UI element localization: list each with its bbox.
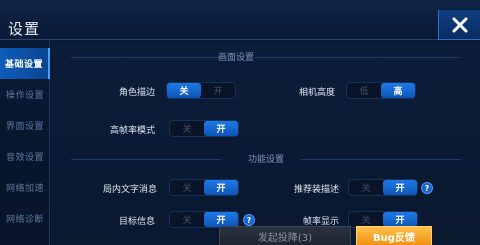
sidebar-item-interface[interactable]: 界面设置 [0,110,50,141]
toggle-ingame-text[interactable]: 关 开 [169,179,239,196]
toggle-option-on[interactable]: 开 [383,180,417,195]
sidebar-item-label: 操作设置 [5,91,44,101]
sidebar-item-label: 基础设置 [4,60,43,70]
toggle-option-on[interactable]: 开 [204,121,238,136]
setting-label-recommend: 推荐装描述 [293,185,339,195]
setting-label-ingame-text: 局内文字消息 [102,185,157,195]
bug-report-label: Bug反馈 [373,232,415,244]
setting-label-camera: 相机高度 [298,88,335,98]
toggle-option-off[interactable]: 关 [349,212,383,227]
toggle-option-on[interactable]: 开 [201,83,235,98]
toggle-camera-height[interactable]: 低 高 [346,82,416,99]
sidebar-item-label: 音效设置 [5,153,44,163]
surrender-label: 发起投降(3) [257,232,313,244]
toggle-option-on[interactable]: 开 [204,212,238,227]
sidebar-item-controls[interactable]: 操作设置 [0,79,50,110]
toggle-outline[interactable]: 关 开 [166,82,236,99]
setting-label-hfr: 高帧率模式 [109,126,155,136]
surrender-button[interactable]: 发起投降(3) [219,226,351,245]
toggle-option-off[interactable]: 关 [167,83,201,98]
section-title-function: 功能设置 [247,155,284,165]
toggle-option-off[interactable]: 关 [170,180,204,195]
setting-label-outline: 角色描边 [118,88,155,98]
settings-window: 设置 基础设置 操作设置 界面设置 音效设置 网络加速 网络诊断 画面设置 角色… [0,0,480,245]
toggle-option-on[interactable]: 开 [204,180,238,195]
section-divider [71,159,221,160]
toggle-recommend-desc[interactable]: 关 开 [348,179,418,196]
toggle-high-framerate[interactable]: 关 开 [169,120,239,137]
sidebar-item-label: 界面设置 [5,122,44,132]
setting-label-target-info: 目标信息 [118,217,155,227]
sidebar-item-basic[interactable]: 基础设置 [0,48,50,79]
sidebar-item-network-boost[interactable]: 网络加速 [0,172,50,203]
help-icon[interactable]: ? [421,182,433,194]
toggle-option-off[interactable]: 关 [170,212,204,227]
toggle-option-on[interactable]: 开 [383,212,417,227]
toggle-option-high[interactable]: 高 [381,83,415,98]
bug-report-button[interactable]: Bug反馈 [356,226,432,245]
window-title: 设置 [8,20,41,38]
sidebar-item-sound[interactable]: 音效设置 [0,141,50,172]
settings-content: 画面设置 角色描边 关 开 相机高度 低 高 高帧率模式 关 开 功能设置 局内… [51,41,480,245]
help-icon[interactable]: ? [243,214,255,226]
close-button[interactable] [438,10,480,40]
sidebar-item-label: 网络诊断 [5,215,44,225]
toggle-option-low[interactable]: 低 [347,83,381,98]
toggle-option-off[interactable]: 关 [170,121,204,136]
section-divider [301,159,461,160]
sidebar: 基础设置 操作设置 界面设置 音效设置 网络加速 网络诊断 [0,40,50,245]
section-title-display: 画面设置 [217,53,254,63]
sidebar-item-label: 网络加速 [5,184,44,194]
sidebar-item-network-diagnose[interactable]: 网络诊断 [0,203,50,234]
toggle-option-off[interactable]: 关 [349,180,383,195]
title-bar: 设置 [0,0,480,40]
close-icon [452,17,467,32]
section-divider [251,57,461,58]
